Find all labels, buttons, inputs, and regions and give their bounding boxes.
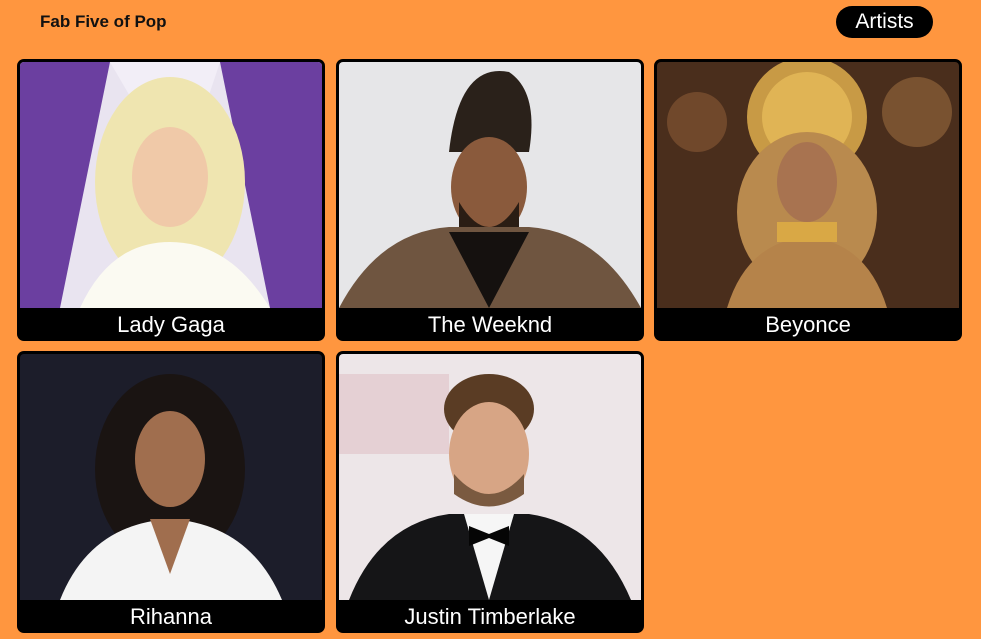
artist-name: The Weeknd	[427, 312, 553, 337]
artist-card-lady-gaga[interactable]: Lady Gaga	[17, 59, 325, 341]
artists-nav-button[interactable]: Artists	[836, 6, 933, 38]
artist-photo	[339, 62, 641, 308]
artist-photo	[20, 354, 322, 600]
artist-card-rihanna[interactable]: Rihanna	[17, 351, 325, 633]
artist-name: Beyonce	[765, 312, 851, 337]
artist-photo	[20, 62, 322, 308]
artist-card-justin-timberlake[interactable]: Justin Timberlake	[336, 351, 644, 633]
artist-name: Rihanna	[130, 604, 212, 629]
site-title: Fab Five of Pop	[40, 12, 167, 31]
artist-name: Lady Gaga	[117, 312, 225, 337]
artist-photo	[339, 354, 641, 600]
artist-card-the-weeknd[interactable]: The Weeknd	[336, 59, 644, 341]
artist-name: Justin Timberlake	[404, 604, 576, 629]
artist-card-beyonce[interactable]: Beyonce	[654, 59, 962, 341]
artist-photo	[657, 62, 959, 308]
